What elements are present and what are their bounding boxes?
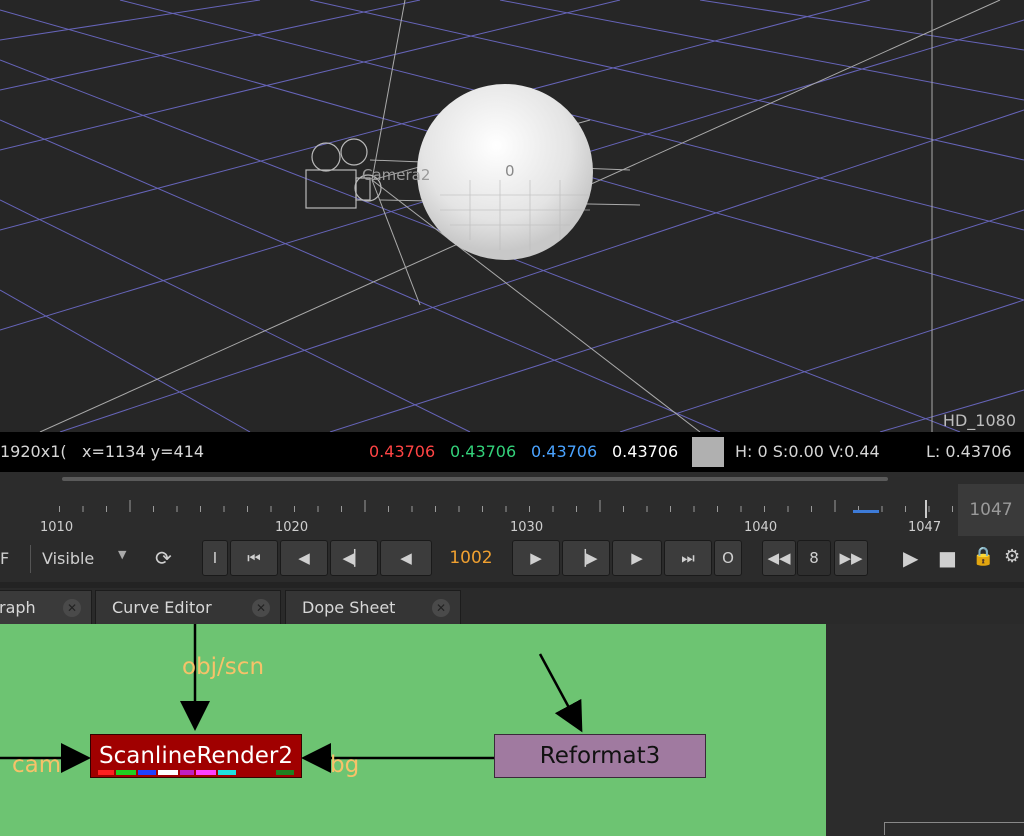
- next-frame-button[interactable]: ▕▶: [562, 540, 610, 576]
- format-label: HD_1080: [942, 411, 1016, 430]
- next-keyframe-button[interactable]: ▶: [612, 540, 662, 576]
- channel-extra3: [218, 770, 236, 775]
- viewer-3d[interactable]: Camera2 0 HD_1080: [0, 0, 1024, 432]
- properties-panel: [826, 624, 1024, 836]
- step-back-icon: ◀▏: [342, 549, 366, 567]
- close-icon[interactable]: ✕: [432, 599, 450, 617]
- tick-label-1020: 1020: [275, 520, 309, 535]
- channel-extra4: [276, 770, 294, 775]
- mini-map[interactable]: [884, 822, 1024, 835]
- play-forward-button[interactable]: ▶: [512, 540, 560, 576]
- playhead-marker: [853, 510, 879, 513]
- hsv-readout: H: 0 S:0.00 V:0.44: [735, 442, 880, 461]
- channel-extra1: [180, 770, 194, 775]
- current-frame-field[interactable]: 1002: [436, 540, 506, 576]
- timeline-ticks: [59, 500, 953, 518]
- play-icon: ▶: [530, 549, 542, 567]
- last-frame-button[interactable]: ⏭: [664, 540, 712, 576]
- viewer-grid: [0, 0, 1024, 432]
- luminance-readout: L: 0.43706: [926, 442, 1012, 461]
- pin-label-cam: cam: [12, 752, 62, 778]
- loop-mode-icon[interactable]: ⟳: [155, 546, 172, 570]
- node-connections: [0, 624, 583, 773]
- tick-label-1040: 1040: [744, 520, 778, 535]
- alpha-value: 0.43706: [612, 442, 679, 461]
- prev-keyframe-button[interactable]: ◀: [280, 540, 328, 576]
- set-out-button[interactable]: O: [714, 540, 742, 576]
- prev-keyframe-icon: ◀: [298, 549, 310, 567]
- close-icon[interactable]: ✕: [63, 599, 81, 617]
- fast-forward-icon: ▶▶: [839, 549, 863, 567]
- axis-label: 0: [505, 162, 515, 180]
- first-frame-icon: ⏮: [247, 549, 261, 567]
- view-mode-dropdown[interactable]: Visible: [42, 549, 94, 568]
- last-frame-icon: ⏭: [681, 549, 695, 567]
- tab-label: raph: [0, 598, 36, 617]
- step-forward-increment-button[interactable]: ▶▶: [834, 540, 868, 576]
- prev-frame-button[interactable]: ◀▏: [330, 540, 378, 576]
- lock-icon[interactable]: 🔒: [972, 546, 994, 567]
- tab-node-graph[interactable]: raph ✕: [0, 590, 92, 624]
- rewind-icon: ◀◀: [767, 549, 791, 567]
- first-frame-button[interactable]: ⏮: [230, 540, 278, 576]
- close-icon[interactable]: ✕: [252, 599, 270, 617]
- play-backward-button[interactable]: ◀: [380, 540, 432, 576]
- node-reformat[interactable]: Reformat3: [494, 734, 706, 778]
- blue-value: 0.43706: [531, 442, 598, 461]
- tab-label: Curve Editor: [112, 598, 212, 617]
- tab-label: Dope Sheet: [302, 598, 396, 617]
- node-graph-canvas[interactable]: [0, 624, 826, 836]
- color-swatch: [692, 437, 724, 467]
- tick-label-1010: 1010: [40, 520, 74, 535]
- step-back-increment-button[interactable]: ◀◀: [762, 540, 796, 576]
- end-frame-field[interactable]: 1047: [958, 484, 1024, 536]
- fps-dropdown-arrow[interactable]: F: [0, 549, 9, 568]
- tick-label-1047: 1047: [908, 520, 942, 535]
- channel-red: [98, 770, 114, 775]
- coords-readout: x=1134 y=414: [82, 442, 205, 461]
- tab-curve-editor[interactable]: Curve Editor ✕: [95, 590, 281, 624]
- play-backward-icon: ◀: [400, 549, 412, 567]
- timeline-scrollbar[interactable]: [62, 477, 888, 481]
- pixel-info-bar: 1920x1( x=1134 y=414 0.43706 0.43706 0.4…: [0, 432, 1024, 472]
- increment-field[interactable]: 8: [797, 540, 831, 576]
- flipbook-icon[interactable]: ▶: [903, 546, 918, 570]
- channel-extra2: [196, 770, 216, 775]
- divider: [30, 545, 31, 573]
- step-forward-icon: ▕▶: [574, 549, 598, 567]
- record-icon[interactable]: ■: [938, 546, 957, 570]
- chevron-down-icon[interactable]: ▼: [118, 548, 126, 561]
- resolution-readout: 1920x1(: [0, 442, 67, 461]
- camera-label: Camera2: [362, 166, 431, 184]
- channel-green: [116, 770, 136, 775]
- tab-dope-sheet[interactable]: Dope Sheet ✕: [285, 590, 461, 624]
- next-keyframe-icon: ▶: [631, 549, 643, 567]
- channel-alpha: [158, 770, 178, 775]
- set-in-button[interactable]: I: [202, 540, 228, 576]
- channel-blue: [138, 770, 156, 775]
- green-value: 0.43706: [450, 442, 517, 461]
- settings-icon[interactable]: ⚙: [1004, 546, 1020, 567]
- pin-label-obj: obj/scn: [182, 654, 265, 680]
- red-value: 0.43706: [369, 442, 436, 461]
- pin-label-bg: bg: [330, 752, 360, 778]
- tick-label-1030: 1030: [510, 520, 544, 535]
